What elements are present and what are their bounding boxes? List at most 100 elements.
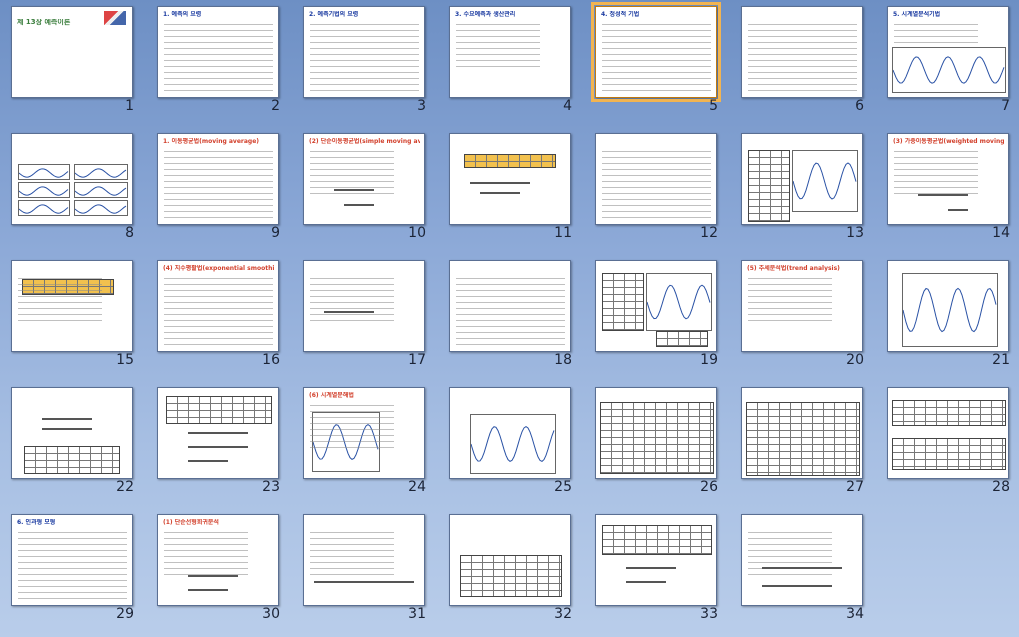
slide-thumbnail-17[interactable] bbox=[303, 260, 425, 352]
slide-cell-22[interactable]: 22 bbox=[0, 381, 146, 506]
slide-thumbnail-29[interactable]: 6. 인과형 모형 bbox=[11, 514, 133, 606]
slide-cell-5[interactable]: 4. 정성적 기법 5 bbox=[584, 0, 730, 125]
slide-cell-3[interactable]: 2. 예측기법의 요령 3 bbox=[292, 0, 438, 125]
slide-thumbnail-11[interactable] bbox=[449, 133, 571, 225]
slide-thumbnail-25[interactable] bbox=[449, 387, 571, 479]
slide-title: (5) 추세분석법(trend analysis) bbox=[747, 265, 840, 272]
bullet-text-lines bbox=[310, 148, 394, 194]
slide-number: 12 bbox=[700, 225, 718, 241]
slide-cell-23[interactable]: 23 bbox=[146, 381, 292, 506]
formula-line bbox=[334, 189, 374, 191]
slide-cell-7[interactable]: 5. 시계열분석기법 7 bbox=[876, 0, 1019, 125]
slide-cell-19[interactable]: 19 bbox=[584, 254, 730, 379]
slide-cell-29[interactable]: 6. 인과형 모형 29 bbox=[0, 508, 146, 633]
slide-thumbnail-31[interactable] bbox=[303, 514, 425, 606]
slide-title: 3. 수요예측과 생산관리 bbox=[455, 11, 516, 18]
slide-thumbnail-18[interactable] bbox=[449, 260, 571, 352]
chart-line bbox=[74, 168, 127, 178]
slide-thumbnail-13[interactable] bbox=[741, 133, 863, 225]
slide-cell-16[interactable]: (4) 지수평활법(exponential smoothing) 16 bbox=[146, 254, 292, 379]
bullet-text-lines bbox=[18, 275, 102, 321]
slide-thumbnail-14[interactable]: (3) 가중이동평균법(weighted moving average) bbox=[887, 133, 1009, 225]
slide-title: (3) 가중이동평균법(weighted moving average) bbox=[893, 138, 1004, 145]
slide-thumbnail-34[interactable] bbox=[741, 514, 863, 606]
slide-thumbnail-24[interactable]: (6) 시계열분해법 bbox=[303, 387, 425, 479]
slide-cell-1[interactable]: 제 13장 예측이론 1 bbox=[0, 0, 146, 125]
slide-thumbnail-10[interactable]: (2) 단순이동평균법(simple moving average) bbox=[303, 133, 425, 225]
slide-thumbnail-20[interactable]: (5) 추세분석법(trend analysis) bbox=[741, 260, 863, 352]
chart-line bbox=[18, 168, 69, 178]
bullet-text-lines bbox=[310, 275, 394, 321]
slide-thumbnail-22[interactable] bbox=[11, 387, 133, 479]
formula-line bbox=[470, 182, 530, 184]
slide-title: 2. 예측기법의 요령 bbox=[309, 11, 359, 18]
slide-thumbnail-2[interactable]: 1. 예측의 요령 bbox=[157, 6, 279, 98]
slide-number: 24 bbox=[408, 479, 426, 495]
slide-cell-31[interactable]: 31 bbox=[292, 508, 438, 633]
slide-cell-6[interactable]: 6 bbox=[730, 0, 876, 125]
slide-cell-13[interactable]: 13 bbox=[730, 127, 876, 252]
bullet-text-lines bbox=[164, 529, 248, 575]
bullet-text-lines bbox=[310, 529, 394, 575]
data-table bbox=[600, 402, 714, 474]
slide-cell-24[interactable]: (6) 시계열분해법 24 bbox=[292, 381, 438, 506]
chart-figure bbox=[18, 164, 70, 180]
slide-thumbnail-27[interactable] bbox=[741, 387, 863, 479]
slide-thumbnail-12[interactable] bbox=[595, 133, 717, 225]
slide-thumbnail-33[interactable] bbox=[595, 514, 717, 606]
chart-figure bbox=[902, 273, 998, 347]
data-table bbox=[166, 396, 272, 424]
slide-thumbnail-7[interactable]: 5. 시계열분석기법 bbox=[887, 6, 1009, 98]
slide-cell-27[interactable]: 27 bbox=[730, 381, 876, 506]
chart-line bbox=[18, 204, 69, 214]
slide-cell-9[interactable]: 1. 이동평균법(moving average) 9 bbox=[146, 127, 292, 252]
slide-cell-30[interactable]: (1) 단순선형회귀분석 30 bbox=[146, 508, 292, 633]
slide-cell-12[interactable]: 12 bbox=[584, 127, 730, 252]
slide-thumbnail-1[interactable]: 제 13장 예측이론 bbox=[11, 6, 133, 98]
slide-number: 22 bbox=[116, 479, 134, 495]
slide-cell-21[interactable]: 21 bbox=[876, 254, 1019, 379]
slide-cell-14[interactable]: (3) 가중이동평균법(weighted moving average) 14 bbox=[876, 127, 1019, 252]
slide-thumbnail-26[interactable] bbox=[595, 387, 717, 479]
slide-thumbnail-30[interactable]: (1) 단순선형회귀분석 bbox=[157, 514, 279, 606]
slide-thumbnail-5[interactable]: 4. 정성적 기법 bbox=[591, 2, 721, 102]
slide-cell-17[interactable]: 17 bbox=[292, 254, 438, 379]
slide-number: 4 bbox=[563, 98, 572, 114]
slide-thumbnail-8[interactable] bbox=[11, 133, 133, 225]
slide-cell-10[interactable]: (2) 단순이동평균법(simple moving average) 10 bbox=[292, 127, 438, 252]
slide-cell-32[interactable]: 32 bbox=[438, 508, 584, 633]
slide-thumbnail-9[interactable]: 1. 이동평균법(moving average) bbox=[157, 133, 279, 225]
slide-thumbnail-6[interactable] bbox=[741, 6, 863, 98]
chart-line bbox=[792, 162, 857, 200]
chart-figure bbox=[18, 182, 70, 198]
slide-title: (4) 지수평활법(exponential smoothing) bbox=[163, 265, 274, 272]
slide-number: 6 bbox=[855, 98, 864, 114]
slide-thumbnail-16[interactable]: (4) 지수평활법(exponential smoothing) bbox=[157, 260, 279, 352]
slide-thumbnail-28[interactable] bbox=[887, 387, 1009, 479]
slide-cell-28[interactable]: 28 bbox=[876, 381, 1019, 506]
slide-cell-25[interactable]: 25 bbox=[438, 381, 584, 506]
slide-cell-11[interactable]: 11 bbox=[438, 127, 584, 252]
slide-cell-8[interactable]: 8 bbox=[0, 127, 146, 252]
slide-thumbnail-23[interactable] bbox=[157, 387, 279, 479]
slide-thumbnail-3[interactable]: 2. 예측기법의 요령 bbox=[303, 6, 425, 98]
slide-thumbnail-32[interactable] bbox=[449, 514, 571, 606]
slide-cell-34[interactable]: 34 bbox=[730, 508, 876, 633]
slide-cell-4[interactable]: 3. 수요예측과 생산관리 4 bbox=[438, 0, 584, 125]
slide-number: 27 bbox=[846, 479, 864, 495]
slide-thumbnail-15[interactable] bbox=[11, 260, 133, 352]
slide-number: 11 bbox=[554, 225, 572, 241]
bullet-text-lines bbox=[894, 148, 978, 194]
slide-title: 5. 시계열분석기법 bbox=[893, 11, 941, 18]
slide-cell-2[interactable]: 1. 예측의 요령 2 bbox=[146, 0, 292, 125]
slide-number: 8 bbox=[125, 225, 134, 241]
slide-thumbnail-21[interactable] bbox=[887, 260, 1009, 352]
slide-thumbnail-4[interactable]: 3. 수요예측과 생산관리 bbox=[449, 6, 571, 98]
slide-cell-20[interactable]: (5) 추세분석법(trend analysis) 20 bbox=[730, 254, 876, 379]
slide-cell-26[interactable]: 26 bbox=[584, 381, 730, 506]
slide-cell-33[interactable]: 33 bbox=[584, 508, 730, 633]
slide-thumbnail-19[interactable] bbox=[595, 260, 717, 352]
formula-line bbox=[480, 192, 520, 194]
slide-cell-15[interactable]: 15 bbox=[0, 254, 146, 379]
slide-cell-18[interactable]: 18 bbox=[438, 254, 584, 379]
